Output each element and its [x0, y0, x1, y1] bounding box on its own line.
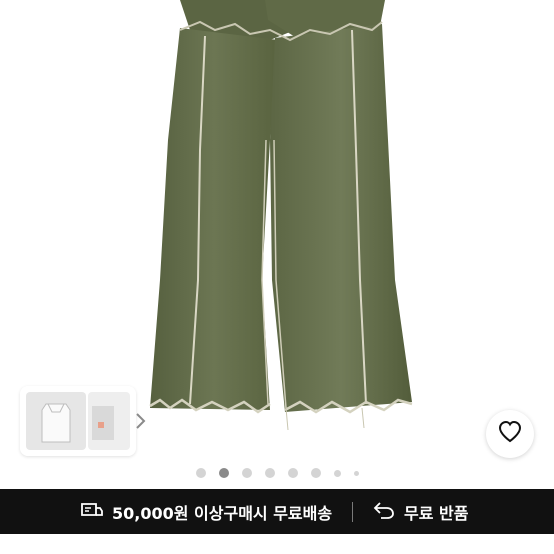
thumbnail-top[interactable] — [26, 392, 86, 450]
heart-outline-icon — [497, 420, 523, 448]
carousel-dot[interactable] — [310, 468, 321, 478]
truck-icon — [80, 500, 104, 524]
return-arrow-icon — [372, 500, 396, 524]
chevron-right-icon[interactable] — [132, 408, 150, 434]
thumbnail-strip — [20, 386, 146, 456]
carousel-indicators — [0, 464, 554, 482]
free-shipping-text: 50,000원 이상구매시 무료배송 — [112, 503, 333, 523]
carousel-dot-active[interactable] — [218, 468, 229, 478]
benefit-bar: 50,000원 이상구매시 무료배송 무료 반품 — [0, 489, 554, 534]
carousel-dot[interactable] — [287, 468, 298, 478]
free-return-benefit[interactable]: 무료 반품 — [372, 489, 468, 534]
bottom-spacer — [0, 534, 554, 554]
free-return-text: 무료 반품 — [404, 503, 469, 523]
carousel-dot[interactable] — [264, 468, 275, 478]
carousel-dot[interactable] — [195, 468, 206, 478]
thumbnail-next[interactable] — [88, 392, 130, 450]
benefit-divider — [352, 502, 353, 522]
free-shipping-benefit[interactable]: 50,000원 이상구매시 무료배송 — [80, 489, 332, 534]
carousel-dot[interactable] — [353, 470, 359, 476]
carousel-dot[interactable] — [241, 468, 252, 478]
wishlist-button[interactable] — [486, 410, 534, 458]
carousel-dot[interactable] — [333, 469, 341, 477]
